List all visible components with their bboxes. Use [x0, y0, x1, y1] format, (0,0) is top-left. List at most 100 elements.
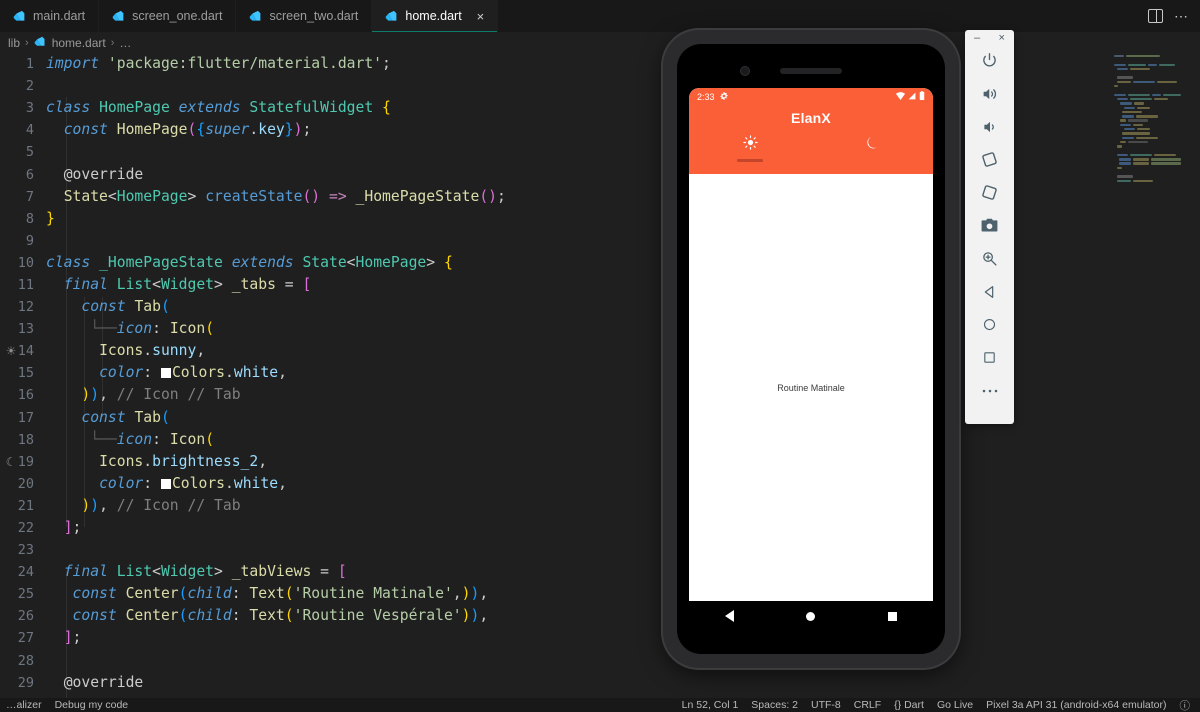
dart-logo-icon [112, 10, 125, 23]
android-nav-bar [689, 601, 933, 631]
signal-icon [908, 92, 916, 102]
editor-tab-home-dart[interactable]: home.dart × [372, 0, 499, 32]
statusbar-encoding[interactable]: UTF-8 [811, 699, 841, 711]
line-number: 16 [17, 387, 34, 404]
line-number: 24 [17, 564, 34, 581]
line-number: 7 [25, 188, 34, 205]
code-line: 18 └──icon: Icon( [0, 429, 1200, 451]
editor-tab-screen-one-dart[interactable]: screen_one.dart [99, 0, 237, 32]
android-emulator-window[interactable]: 2:33 ElanX Routine Matinale [657, 26, 965, 672]
line-number: 26 [17, 608, 34, 625]
close-icon[interactable]: × [477, 10, 485, 23]
phone-screen[interactable]: 2:33 ElanX Routine Matinale [677, 44, 945, 654]
color-swatch-white [160, 368, 171, 379]
code-line: 22 ]; [0, 517, 1200, 539]
magnifier-icon[interactable] [965, 242, 1014, 275]
statusbar-debug-my-code[interactable]: Debug my code [55, 699, 129, 711]
close-icon[interactable]: × [998, 33, 1004, 44]
code-text: const HomePage({super.key}); [63, 121, 312, 139]
camera-icon[interactable] [965, 209, 1014, 242]
statusbar-language[interactable]: {} Dart [894, 699, 924, 711]
code-text: )), // Icon // Tab [81, 496, 241, 514]
code-text: ]; [63, 629, 82, 647]
line-number: 9 [25, 232, 34, 249]
android-status-bar: 2:33 [689, 88, 933, 105]
line-number: 12 [17, 299, 34, 316]
code-line: 28 [0, 650, 1200, 672]
code-line: 26 const Center(child: Text('Routine Ves… [0, 605, 1200, 627]
code-text: const Tab( [81, 298, 170, 316]
line-number: 25 [17, 586, 34, 603]
code-line: 3 class HomePage extends StatefulWidget … [0, 97, 1200, 119]
line-number: 6 [25, 166, 34, 183]
front-camera-icon [740, 66, 750, 76]
app-tab-bar [689, 135, 933, 154]
code-line: 15 color: Colors.white, [0, 362, 1200, 384]
code-line: 2 [0, 75, 1200, 97]
triangle-back-icon[interactable] [965, 275, 1014, 308]
code-text: Icons.sunny, [99, 342, 206, 360]
statusbar-visualizer[interactable]: …alizer [6, 699, 42, 711]
moon-icon: ☾ [5, 454, 17, 469]
line-number: 21 [17, 497, 34, 514]
breadcrumb-file[interactable]: home.dart [52, 36, 106, 50]
editor-tab-label: screen_two.dart [269, 9, 359, 23]
app-body-text: Routine Matinale [777, 382, 845, 393]
split-editor-icon[interactable] [1148, 9, 1163, 23]
code-line: 7 State<HomePage> createState() => _Home… [0, 186, 1200, 208]
more-actions-icon[interactable]: ⋯ [1174, 8, 1189, 25]
rotate-right-icon[interactable] [965, 176, 1014, 209]
breadcrumb-tail[interactable]: … [119, 36, 131, 50]
statusbar-eol[interactable]: CRLF [854, 699, 881, 711]
editor-tab-label: home.dart [405, 9, 462, 23]
statusbar-indentation[interactable]: Spaces: 2 [751, 699, 798, 711]
circle-home-icon[interactable] [965, 308, 1014, 341]
code-line: 4 const HomePage({super.key}); [0, 119, 1200, 141]
gear-icon [719, 91, 728, 102]
code-line: 21 )), // Icon // Tab [0, 495, 1200, 517]
volume-down-icon[interactable] [965, 110, 1014, 143]
wifi-icon [896, 91, 905, 102]
line-number: 22 [17, 520, 34, 537]
ellipsis-icon[interactable] [965, 374, 1014, 407]
statusbar-cursor-position[interactable]: Ln 52, Col 1 [682, 699, 739, 711]
rotate-left-icon[interactable] [965, 143, 1014, 176]
vscode-window: main.dart screen_one.dart screen_two.dar… [0, 0, 1200, 712]
line-number: 20 [17, 475, 34, 492]
status-bar: …alizer Debug my code Ln 52, Col 1 Space… [0, 698, 1200, 712]
square-recents-icon[interactable] [887, 611, 897, 621]
app-tab-evening[interactable] [811, 135, 933, 154]
moon-icon [865, 136, 880, 154]
line-number: 29 [17, 674, 34, 691]
square-recents-icon[interactable] [965, 341, 1014, 374]
line-number: 15 [17, 365, 34, 382]
code-line: 12 const Tab( [0, 296, 1200, 318]
minimize-icon[interactable]: – [974, 33, 980, 44]
statusbar-device[interactable]: Pixel 3a API 31 (android-x64 emulator) [986, 699, 1166, 711]
statusbar-go-live[interactable]: Go Live [937, 699, 973, 711]
code-text: └──icon: Icon( [90, 320, 215, 338]
circle-home-icon[interactable] [806, 611, 816, 621]
editor-minimap[interactable] [1102, 53, 1200, 698]
breadcrumb-root[interactable]: lib [8, 36, 20, 50]
editor-tab-main-dart[interactable]: main.dart [0, 0, 100, 32]
flutter-app-surface: 2:33 ElanX Routine Matinale [689, 88, 933, 601]
code-text: Icons.brightness_2, [99, 452, 268, 470]
line-number: 13 [17, 321, 34, 338]
dart-logo-icon [249, 10, 262, 23]
code-line: 23 [0, 539, 1200, 561]
line-number: 18 [17, 431, 34, 448]
triangle-back-icon[interactable] [725, 610, 735, 622]
power-icon[interactable] [965, 44, 1014, 77]
code-text: └──icon: Icon( [90, 430, 215, 448]
statusbar-notifications[interactable]: ⓘ [1180, 698, 1191, 712]
editor-tab-screen-two-dart[interactable]: screen_two.dart [236, 0, 373, 32]
app-bar: 2:33 ElanX [689, 88, 933, 174]
volume-up-icon[interactable] [965, 77, 1014, 110]
app-body: Routine Matinale [689, 174, 933, 601]
line-number: 28 [17, 652, 34, 669]
line-number: 23 [17, 542, 34, 559]
code-editor[interactable]: 1 import 'package:flutter/material.dart'… [0, 53, 1200, 698]
breadcrumb-separator: › [25, 36, 29, 49]
app-tab-morning[interactable] [689, 135, 811, 154]
